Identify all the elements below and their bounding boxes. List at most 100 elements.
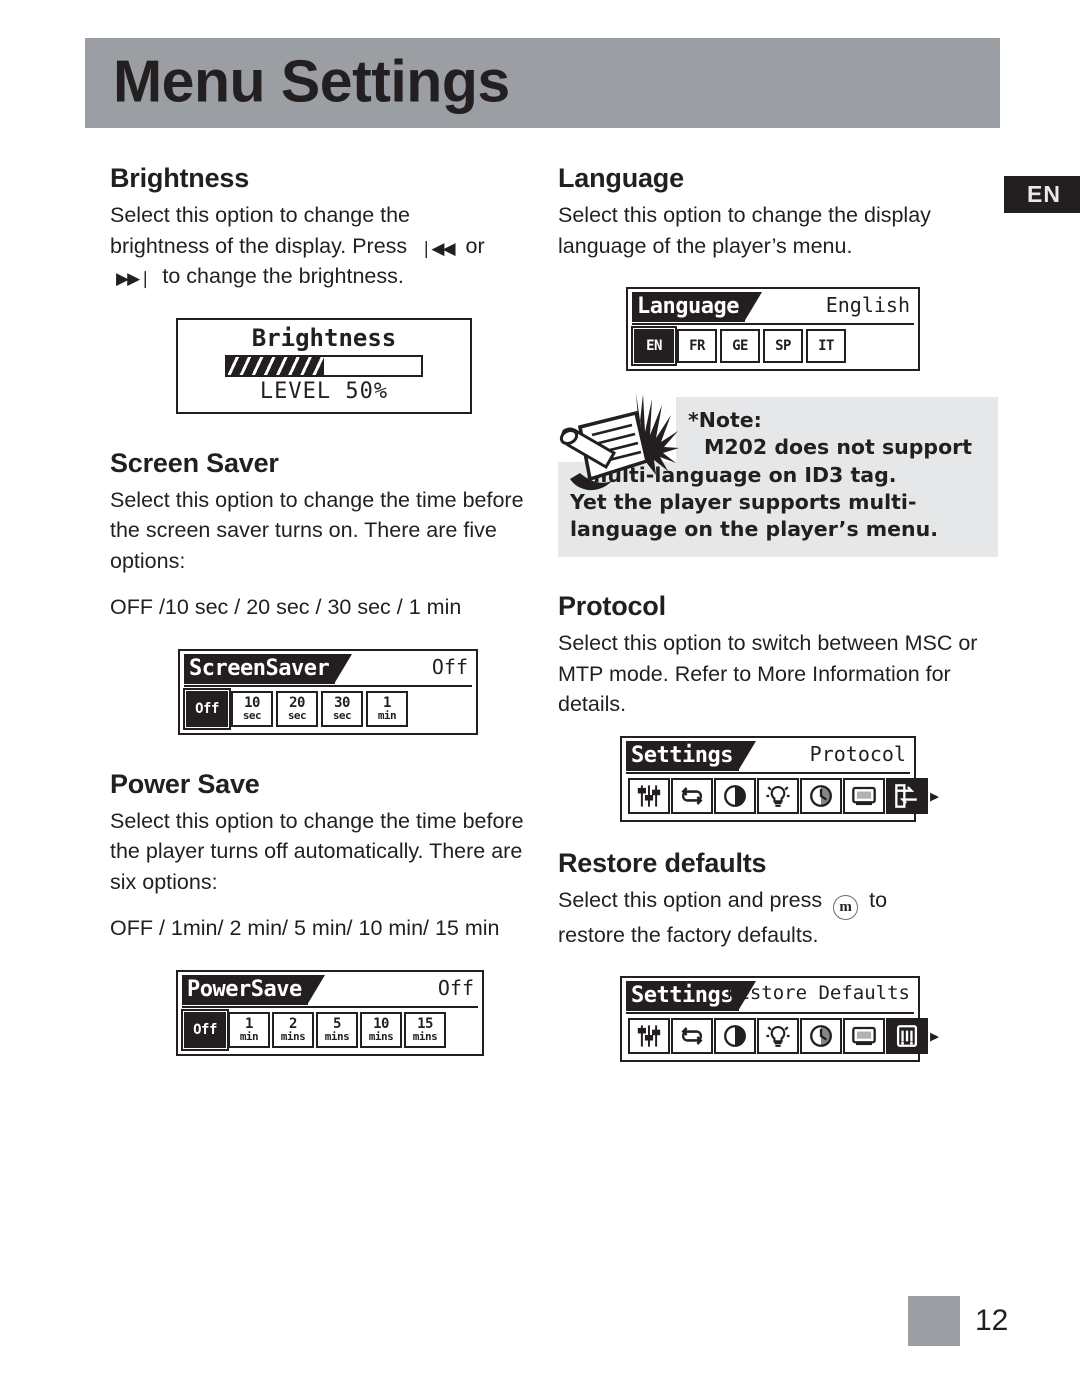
footer-marker xyxy=(908,1296,960,1346)
power-save-option-cells[interactable]: Off 1 min 2 mins 5 mins 10 mins 15 mins xyxy=(181,1008,478,1051)
lcd-option-unit: min xyxy=(239,1030,259,1044)
restore-defaults-icon[interactable] xyxy=(886,1018,928,1055)
lcd-option-cell[interactable]: 30 sec xyxy=(321,690,363,727)
repeat-icon[interactable] xyxy=(671,1018,713,1055)
brightness-body-line2b: or xyxy=(465,233,485,258)
lcd-option-label: 30 xyxy=(334,695,350,712)
lcd-option-unit: mins xyxy=(324,1030,350,1044)
restore-body-c: restore the factory defaults. xyxy=(558,922,819,947)
lcd-option-label: 20 xyxy=(289,695,305,712)
protocol-settings-icons[interactable]: ▶ xyxy=(626,777,939,817)
language-badge: EN xyxy=(1004,176,1080,213)
lcd-option-cell[interactable]: 5 mins xyxy=(316,1011,358,1048)
lcd-option-cell[interactable]: 10 sec xyxy=(231,690,273,727)
page-title: Menu Settings xyxy=(113,48,510,115)
lcd-option-label: Off xyxy=(195,700,219,717)
screen-saver-body: Select this option to change the time be… xyxy=(110,487,524,573)
lcd-option-cell[interactable]: GE xyxy=(720,329,760,364)
equalizer-icon[interactable] xyxy=(628,1018,670,1055)
screensaver-icon[interactable] xyxy=(843,1018,885,1055)
lcd-option-label: 2 xyxy=(289,1016,297,1033)
protocol-body: Select this option to switch between MSC… xyxy=(558,631,978,717)
lcd-option-cell[interactable]: 20 sec xyxy=(276,690,318,727)
power-save-lcd-screen: PowerSave Off Off 1 min 2 mins 5 mins 10 mins 15 m… xyxy=(176,969,484,1056)
brightness-body-line1: Select this option to change the xyxy=(110,203,411,227)
power-save-options: OFF / 1min/ 2 min/ 5 min/ 10 min/ 15 min xyxy=(110,916,500,941)
lcd-divider xyxy=(182,1005,478,1008)
brightness-body-line2a: brightness of the display. Press xyxy=(110,233,408,258)
screensaver-icon[interactable] xyxy=(843,777,885,814)
lcd-divider xyxy=(632,323,914,326)
restore-defaults-body: Select this option and press m to restor… xyxy=(558,885,998,951)
lcd-option-label: 5 xyxy=(333,1016,341,1033)
lcd-option-unit: sec xyxy=(242,709,262,723)
restore-defaults-lcd-screen: Settings Restore Defaults ▶ xyxy=(620,976,939,1063)
lcd-option-label: Off xyxy=(193,1021,217,1038)
lcd-option-cell[interactable]: EN xyxy=(631,326,677,367)
equalizer-icon[interactable] xyxy=(628,777,670,814)
lcd-option-label: 1 xyxy=(245,1016,253,1033)
lcd-option-label: GE xyxy=(732,338,748,355)
lcd-divider xyxy=(184,684,472,687)
scroll-right-arrow-icon[interactable]: ▶ xyxy=(930,1027,939,1045)
note-line1: M202 does not support xyxy=(704,435,973,460)
lcd-option-cell[interactable]: 15 mins xyxy=(404,1011,446,1048)
protocol-icon[interactable] xyxy=(886,777,928,814)
lcd-option-label: 10 xyxy=(373,1016,389,1033)
screen-saver-option-cells[interactable]: Off 10 sec 20 sec 30 sec 1 min xyxy=(183,687,472,730)
screen-saver-heading: Screen Saver xyxy=(110,447,279,478)
lcd-option-cell[interactable]: 2 mins xyxy=(272,1011,314,1048)
lcd-option-cell[interactable]: IT xyxy=(806,329,846,364)
restore-settings-icons[interactable]: ▶ xyxy=(626,1018,939,1057)
lcd-option-cell[interactable]: Off xyxy=(183,687,231,730)
lcd-divider xyxy=(626,771,910,774)
lcd-option-label: SP xyxy=(775,338,791,355)
lcd-option-unit: mins xyxy=(412,1030,438,1044)
note-pencil-icon xyxy=(559,393,679,491)
lcd-option-cell[interactable]: FR xyxy=(677,329,717,364)
lcd-option-unit: mins xyxy=(368,1030,394,1044)
lcd-option-unit: sec xyxy=(287,709,307,723)
lcd-option-unit: mins xyxy=(280,1030,306,1044)
power-save-heading: Power Save xyxy=(110,768,260,799)
lcd-divider xyxy=(626,1012,914,1015)
contrast-icon[interactable] xyxy=(714,777,756,814)
lcd-option-unit: min xyxy=(377,709,397,723)
previous-track-icon: ❘◀◀ xyxy=(419,238,455,258)
next-track-icon: ▶▶❘ xyxy=(116,269,152,289)
language-lcd-value: English xyxy=(825,293,910,318)
power-save-lcd-value: Off xyxy=(437,975,474,1000)
brightness-level-text: LEVEL 50% xyxy=(259,378,389,404)
lcd-option-cell[interactable]: Off xyxy=(181,1008,229,1051)
page-number: 12 xyxy=(975,1304,1009,1337)
protocol-lcd-value: Protocol xyxy=(809,741,906,766)
backlight-bulb-icon[interactable] xyxy=(757,777,799,814)
backlight-bulb-icon[interactable] xyxy=(757,1018,799,1055)
restore-defaults-heading: Restore defaults xyxy=(558,847,767,878)
brightness-heading: Brightness xyxy=(110,163,250,193)
brightness-body-line3: to change the brightness. xyxy=(162,264,404,289)
lcd-option-cell[interactable]: 1 min xyxy=(228,1011,270,1048)
language-lcd-screen: Language English EN FR GE SP IT xyxy=(626,287,920,372)
power-save-lcd-tab: PowerSave xyxy=(182,974,325,1005)
left-column: Brightness Select this option to change … xyxy=(110,163,535,1056)
lcd-option-cell[interactable]: 1 min xyxy=(366,690,408,727)
note-top-block: *Note: M202 does not support xyxy=(676,397,998,462)
brightness-level-fill xyxy=(226,356,324,375)
protocol-heading: Protocol xyxy=(558,591,666,622)
clock-icon[interactable] xyxy=(800,1018,842,1055)
screen-saver-lcd-tab: ScreenSaver xyxy=(184,653,353,684)
contrast-icon[interactable] xyxy=(714,1018,756,1055)
language-option-cells[interactable]: EN FR GE SP IT xyxy=(631,326,914,367)
lcd-option-label: 10 xyxy=(244,695,260,712)
lcd-option-cell[interactable]: SP xyxy=(763,329,803,364)
repeat-icon[interactable] xyxy=(671,777,713,814)
scroll-right-arrow-icon[interactable]: ▶ xyxy=(930,787,939,805)
lcd-option-label: 15 xyxy=(417,1016,433,1033)
lcd-option-label: EN xyxy=(646,338,662,355)
note-line4: language on the player’s menu. xyxy=(570,517,939,542)
note-callout: *Note: M202 does not support multi-langu… xyxy=(558,393,998,558)
lcd-option-cell[interactable]: 10 mins xyxy=(360,1011,402,1048)
brightness-lcd-title: Brightness xyxy=(251,323,397,352)
clock-icon[interactable] xyxy=(800,777,842,814)
